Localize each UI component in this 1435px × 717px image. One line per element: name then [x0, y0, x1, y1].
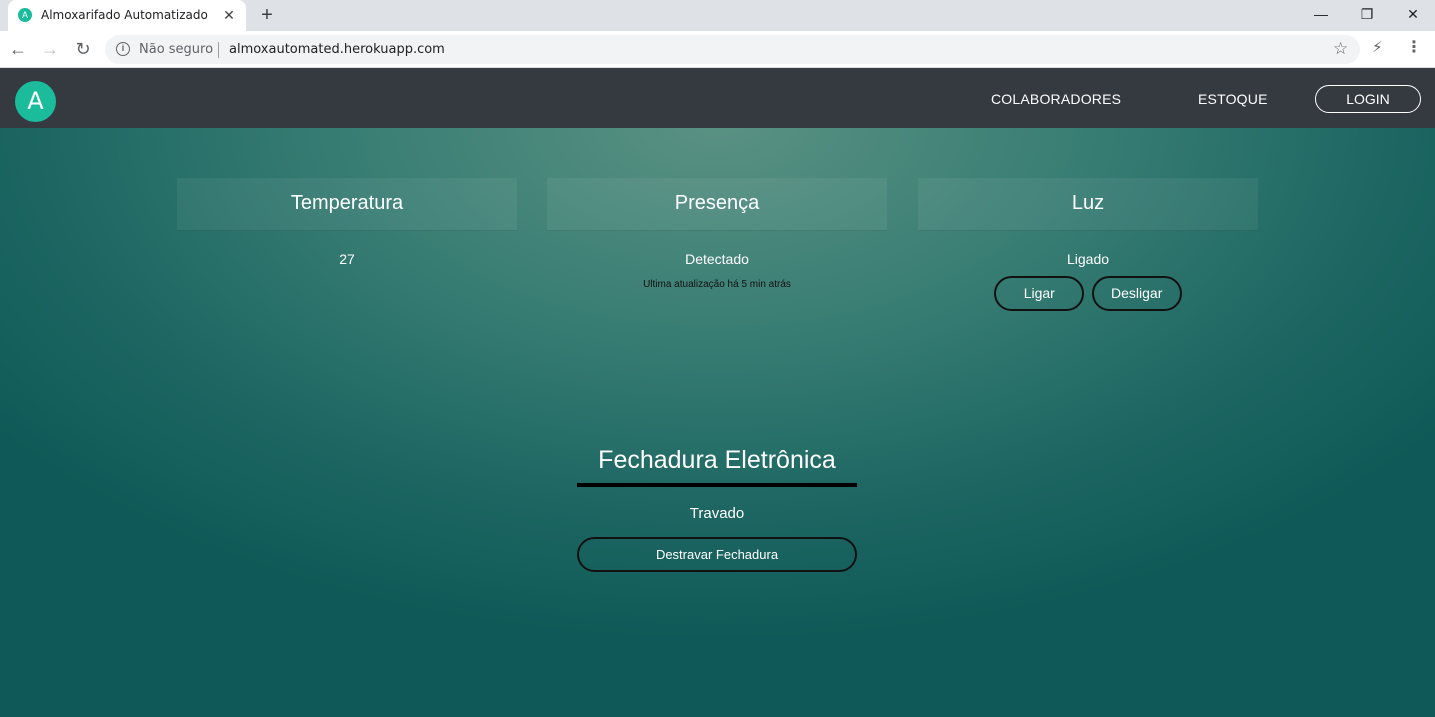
- tab-favicon-icon: A: [18, 8, 32, 22]
- presence-card: Presença Detectado Ultima atualização há…: [547, 178, 887, 290]
- light-title: Luz: [1071, 192, 1105, 214]
- star-icon[interactable]: ☆: [1333, 39, 1348, 59]
- logo[interactable]: A: [15, 81, 56, 122]
- temperature-value: 27: [339, 251, 355, 267]
- top-navbar: A COLABORADORES ESTOQUE LOGIN: [0, 68, 1435, 128]
- temperature-card-header: Temperatura: [177, 178, 517, 231]
- light-button-row: Ligar Desligar: [918, 276, 1258, 311]
- login-button[interactable]: LOGIN: [1315, 85, 1421, 113]
- close-window-icon[interactable]: ✕: [1390, 2, 1435, 26]
- temperature-title: Temperatura: [290, 192, 404, 214]
- close-tab-icon[interactable]: ✕: [220, 6, 238, 24]
- minimize-icon[interactable]: —: [1298, 2, 1344, 26]
- light-card: Luz Ligado Ligar Desligar: [918, 178, 1258, 311]
- nav-colaboradores[interactable]: COLABORADORES: [991, 91, 1121, 107]
- menu-icon[interactable]: ⋮: [1406, 37, 1422, 57]
- address-bar[interactable]: i Não seguro almoxautomated.herokuapp.co…: [105, 35, 1360, 64]
- browser-tab[interactable]: A Almoxarifado Automatizado ✕: [8, 0, 246, 31]
- browser-toolbar: ← → ↻ i Não seguro almoxautomated.heroku…: [0, 31, 1435, 68]
- presence-last-update: Ultima atualização há 5 min atrás: [643, 279, 791, 290]
- presence-value: Detectado: [685, 251, 749, 267]
- back-icon[interactable]: ←: [6, 37, 30, 61]
- presence-card-header: Presença: [547, 178, 887, 231]
- presence-title: Presença: [674, 192, 760, 214]
- turn-on-button[interactable]: Ligar: [994, 276, 1085, 311]
- info-icon[interactable]: i: [116, 42, 130, 56]
- light-card-header: Luz: [918, 178, 1258, 231]
- forward-icon[interactable]: →: [38, 37, 62, 61]
- reload-icon[interactable]: ↻: [71, 37, 95, 61]
- security-label[interactable]: Não seguro: [139, 42, 213, 57]
- browser-tab-strip: A Almoxarifado Automatizado ✕ + — ❐ ✕: [0, 0, 1435, 31]
- lock-status: Travado: [689, 505, 745, 522]
- unlock-button[interactable]: Destravar Fechadura: [577, 537, 857, 572]
- restore-icon[interactable]: ❐: [1344, 2, 1390, 26]
- url-text[interactable]: almoxautomated.herokuapp.com: [229, 42, 445, 57]
- nav-estoque[interactable]: ESTOQUE: [1198, 91, 1268, 107]
- extension-icon[interactable]: ⚡: [1372, 38, 1383, 56]
- temperature-card: Temperatura 27: [177, 178, 517, 267]
- lock-title: Fechadura Eletrônica: [577, 443, 857, 487]
- light-status: Ligado: [1066, 251, 1110, 267]
- new-tab-button[interactable]: +: [256, 4, 278, 26]
- turn-off-button[interactable]: Desligar: [1091, 276, 1182, 311]
- tab-title: Almoxarifado Automatizado: [41, 8, 208, 22]
- address-separator: [218, 42, 219, 58]
- page-content: A COLABORADORES ESTOQUE LOGIN Temperatur…: [0, 68, 1435, 717]
- electronic-lock-section: Fechadura Eletrônica Travado Destravar F…: [577, 443, 857, 572]
